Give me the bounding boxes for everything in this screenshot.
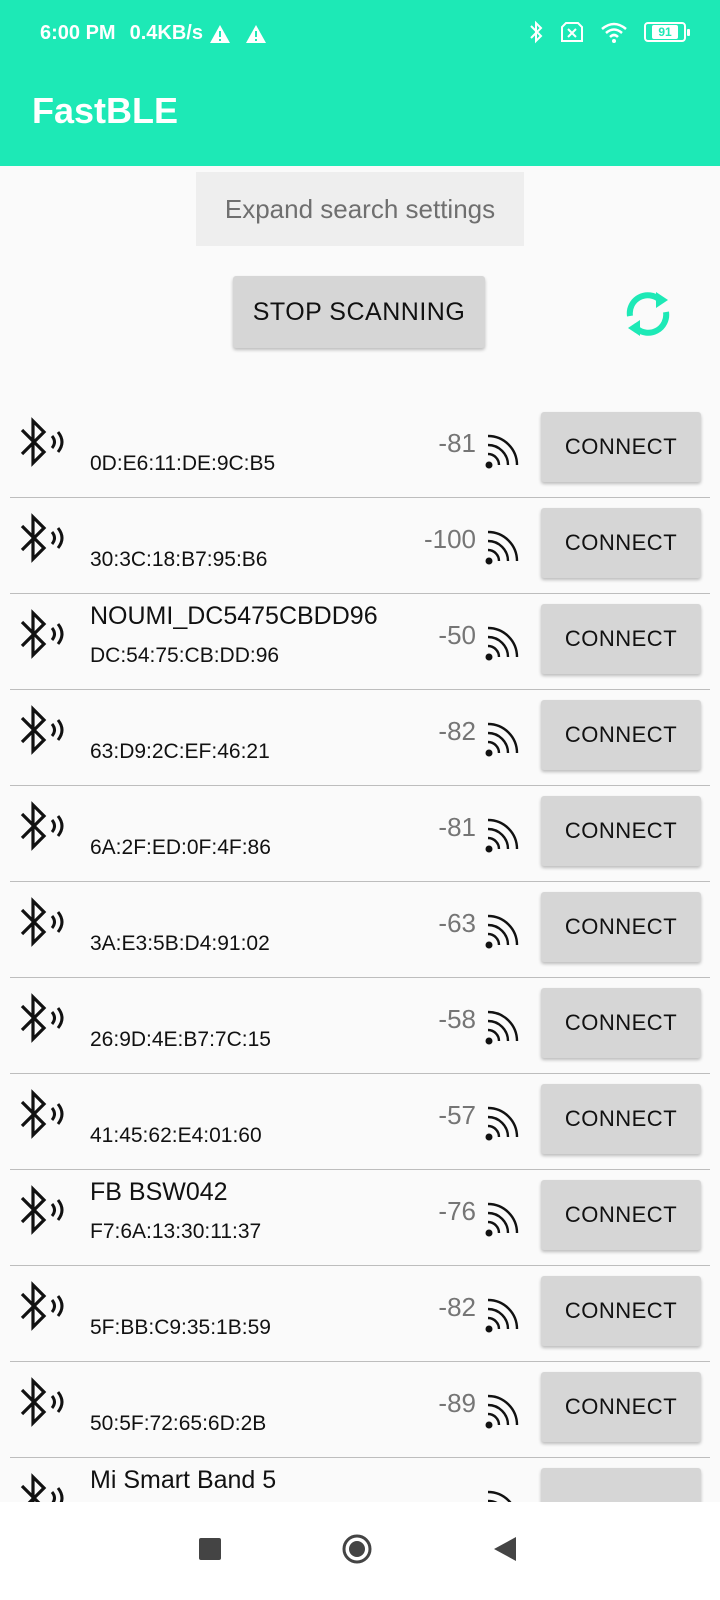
device-rssi: -50 bbox=[438, 620, 476, 650]
device-rssi: -81 bbox=[438, 428, 476, 458]
device-rssi: -76 bbox=[438, 1196, 476, 1226]
device-rssi: -89 bbox=[438, 1388, 476, 1418]
bluetooth-icon bbox=[16, 1472, 66, 1502]
signal-strength-icon bbox=[484, 1196, 526, 1238]
bluetooth-icon bbox=[16, 512, 66, 564]
signal-strength-icon bbox=[484, 716, 526, 758]
status-right: 91 bbox=[528, 20, 690, 44]
connect-button[interactable]: CONNECT bbox=[541, 988, 701, 1058]
device-mac: 30:3C:18:B7:95:B6 bbox=[90, 548, 268, 571]
device-row: 26:9D:4E:B7:7C:15 -58 CONNECT bbox=[0, 978, 720, 1074]
device-list: 0D:E6:11:DE:9C:B5 -81 CONNECT 30:3C:18:B7:9… bbox=[0, 402, 720, 1502]
connect-button[interactable]: CONNECT bbox=[541, 508, 701, 578]
device-row: 5F:BB:C9:35:1B:59 -82 CONNECT bbox=[0, 1266, 720, 1362]
connect-button[interactable]: CONNECT bbox=[541, 892, 701, 962]
connect-button[interactable]: CONNECT bbox=[541, 700, 701, 770]
bluetooth-icon bbox=[16, 704, 66, 756]
refresh-icon[interactable] bbox=[620, 286, 676, 342]
bluetooth-icon bbox=[16, 1280, 66, 1332]
signal-strength-icon bbox=[484, 1484, 526, 1502]
device-mac: 63:D9:2C:EF:46:21 bbox=[90, 740, 270, 763]
device-row: 3A:E3:5B:D4:91:02 -63 CONNECT bbox=[0, 882, 720, 978]
device-mac: F7:6A:13:30:11:37 bbox=[90, 1220, 262, 1243]
device-row: 30:3C:18:B7:95:B6 -100 CONNECT bbox=[0, 498, 720, 594]
device-row: FB BSW042 F7:6A:13:30:11:37 -76 CONNECT bbox=[0, 1170, 720, 1266]
bluetooth-status-icon bbox=[530, 20, 543, 44]
signal-strength-icon bbox=[484, 812, 526, 854]
app-title: FastBLE bbox=[32, 90, 179, 131]
expand-search-settings-button[interactable]: Expand search settings bbox=[196, 172, 524, 246]
bluetooth-icon bbox=[16, 416, 66, 468]
signal-strength-icon bbox=[484, 524, 526, 566]
connect-button[interactable] bbox=[541, 1468, 701, 1502]
device-mac: 0D:E6:11:DE:9C:B5 bbox=[90, 452, 276, 475]
connect-button[interactable]: CONNECT bbox=[541, 1276, 701, 1346]
navigation-bar bbox=[0, 1502, 720, 1600]
connect-button[interactable]: CONNECT bbox=[541, 1372, 701, 1442]
device-mac: 41:45:62:E4:01:60 bbox=[90, 1124, 262, 1147]
status-network-speed: 0.4KB/s bbox=[129, 22, 203, 44]
sim-off-icon bbox=[561, 22, 583, 42]
device-mac: 50:5F:72:65:6D:2B bbox=[90, 1412, 267, 1435]
bluetooth-icon bbox=[16, 992, 66, 1044]
connect-button[interactable]: CONNECT bbox=[541, 604, 701, 674]
status-left: 6:00 PM 0.4KB/s bbox=[40, 22, 267, 45]
app-toolbar: FastBLE bbox=[0, 68, 720, 166]
signal-strength-icon bbox=[484, 1292, 526, 1334]
device-row: NOUMI_DC5475CBDD96 DC:54:75:CB:DD:96 -50 CO… bbox=[0, 594, 720, 690]
battery-icon: 91 bbox=[644, 22, 690, 42]
status-bar: 6:00 PM 0.4KB/s 91 bbox=[0, 0, 720, 68]
signal-strength-icon bbox=[484, 428, 526, 470]
bluetooth-icon bbox=[16, 896, 66, 948]
recents-square-icon[interactable] bbox=[199, 1538, 221, 1560]
back-triangle-icon[interactable] bbox=[492, 1535, 518, 1563]
device-name: NOUMI_DC5475CBDD96 bbox=[90, 602, 378, 630]
device-rssi: -58 bbox=[438, 1004, 476, 1034]
bluetooth-icon bbox=[16, 1088, 66, 1140]
device-row: 6A:2F:ED:0F:4F:86 -81 CONNECT bbox=[0, 786, 720, 882]
battery-level: 91 bbox=[652, 25, 678, 39]
bluetooth-icon bbox=[16, 800, 66, 852]
connect-button[interactable]: CONNECT bbox=[541, 412, 701, 482]
device-row: 63:D9:2C:EF:46:21 -82 CONNECT bbox=[0, 690, 720, 786]
device-name: FB BSW042 bbox=[90, 1178, 228, 1206]
bluetooth-icon bbox=[16, 1184, 66, 1236]
device-row: Mi Smart Band 5 bbox=[0, 1458, 720, 1502]
device-name: Mi Smart Band 5 bbox=[90, 1466, 277, 1494]
connect-button[interactable]: CONNECT bbox=[541, 1084, 701, 1154]
warning-icon bbox=[209, 24, 230, 43]
device-row: 50:5F:72:65:6D:2B -89 CONNECT bbox=[0, 1362, 720, 1458]
connect-button[interactable]: CONNECT bbox=[541, 796, 701, 866]
device-rssi: -100 bbox=[423, 524, 476, 554]
signal-strength-icon bbox=[484, 908, 526, 950]
home-circle-icon[interactable] bbox=[341, 1533, 373, 1565]
signal-strength-icon bbox=[484, 1100, 526, 1142]
device-mac: 6A:2F:ED:0F:4F:86 bbox=[90, 836, 271, 859]
warning-icon bbox=[245, 24, 266, 43]
device-mac: 3A:E3:5B:D4:91:02 bbox=[90, 932, 270, 955]
device-rssi: -63 bbox=[438, 908, 476, 938]
status-time: 6:00 PM bbox=[40, 22, 116, 44]
stop-scanning-button[interactable]: STOP SCANNING bbox=[233, 276, 485, 348]
device-rssi: -57 bbox=[438, 1100, 476, 1130]
device-mac: DC:54:75:CB:DD:96 bbox=[90, 644, 280, 667]
device-mac: 5F:BB:C9:35:1B:59 bbox=[90, 1316, 271, 1339]
device-mac: 26:9D:4E:B7:7C:15 bbox=[90, 1028, 271, 1051]
device-rssi: -82 bbox=[438, 716, 476, 746]
device-rssi: -81 bbox=[438, 812, 476, 842]
wifi-icon bbox=[601, 22, 627, 43]
bluetooth-icon bbox=[16, 1376, 66, 1428]
device-rssi: -82 bbox=[438, 1292, 476, 1322]
connect-button[interactable]: CONNECT bbox=[541, 1180, 701, 1250]
device-row: 41:45:62:E4:01:60 -57 CONNECT bbox=[0, 1074, 720, 1170]
bluetooth-icon bbox=[16, 608, 66, 660]
device-row: 0D:E6:11:DE:9C:B5 -81 CONNECT bbox=[0, 402, 720, 498]
signal-strength-icon bbox=[484, 620, 526, 662]
signal-strength-icon bbox=[484, 1388, 526, 1430]
signal-strength-icon bbox=[484, 1004, 526, 1046]
